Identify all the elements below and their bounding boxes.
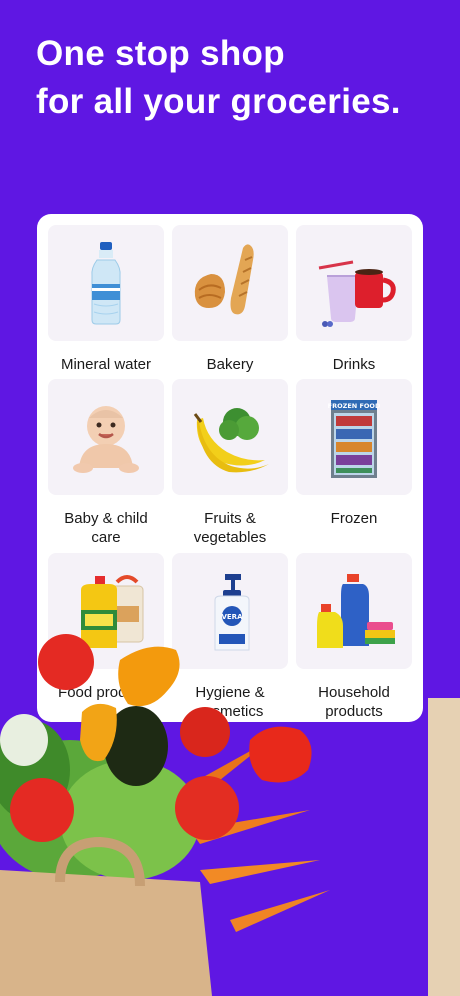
category-household-products[interactable]: Household products	[296, 553, 412, 721]
category-image	[296, 225, 412, 341]
category-label: Hygiene & cosmetics	[195, 684, 265, 720]
soap-bottle-icon: VERA	[214, 574, 250, 651]
carrot-icon	[180, 740, 330, 932]
red-pepper-icon	[249, 726, 312, 783]
category-image	[48, 225, 164, 341]
category-card: Mineral water Bakery Drinks Baby & child…	[37, 214, 423, 722]
paper-bag	[0, 870, 212, 996]
category-image	[296, 553, 412, 669]
headline: One stop shop for all your groceries.	[36, 30, 456, 126]
lettuce-icon	[0, 714, 200, 880]
oil-bottle-icon	[81, 575, 144, 648]
freezer-icon: FROZEN FOOD	[328, 400, 381, 478]
paper-bag-right	[428, 698, 460, 996]
bag-handle	[55, 836, 145, 887]
category-mineral-water[interactable]: Mineral water	[48, 225, 164, 374]
headline-line-2: for all your groceries.	[36, 82, 401, 121]
soap-brand-text: VERA	[221, 613, 243, 621]
category-image	[48, 553, 164, 669]
category-frozen[interactable]: FROZEN FOOD Frozen	[296, 379, 412, 528]
category-food-products[interactable]: Food products	[48, 553, 164, 702]
category-label: Frozen	[330, 510, 378, 527]
bread-icon	[194, 244, 254, 315]
category-image	[172, 225, 288, 341]
water-bottle-icon	[91, 242, 121, 325]
category-image: FROZEN FOOD	[296, 379, 412, 495]
baby-icon	[73, 406, 139, 473]
category-label: Bakery	[206, 356, 254, 373]
headline-line-1: One stop shop	[36, 34, 285, 73]
category-label: Household products	[318, 684, 390, 720]
category-label: Baby & child care	[64, 510, 148, 546]
category-label: Food products	[58, 684, 154, 701]
tomato-icon	[10, 778, 74, 842]
category-drinks[interactable]: Drinks	[296, 225, 412, 374]
category-baby-child-care[interactable]: Baby & child care	[48, 379, 164, 547]
category-label: Fruits & vegetables	[193, 510, 267, 546]
category-bakery[interactable]: Bakery	[172, 225, 288, 374]
banana-icon	[193, 408, 269, 473]
category-label: Drinks	[332, 356, 376, 373]
tomato-icon	[175, 776, 239, 840]
category-fruits-vegetables[interactable]: Fruits & vegetables	[172, 379, 288, 547]
drinks-icon	[318, 260, 396, 327]
category-image: VERA	[172, 553, 288, 669]
category-image	[172, 379, 288, 495]
category-image	[48, 379, 164, 495]
freezer-sign-text: FROZEN FOOD	[328, 402, 381, 410]
category-label: Mineral water	[60, 356, 152, 373]
category-hygiene-cosmetics[interactable]: VERA Hygiene & cosmetics	[172, 553, 288, 721]
detergent-icon	[317, 574, 395, 648]
